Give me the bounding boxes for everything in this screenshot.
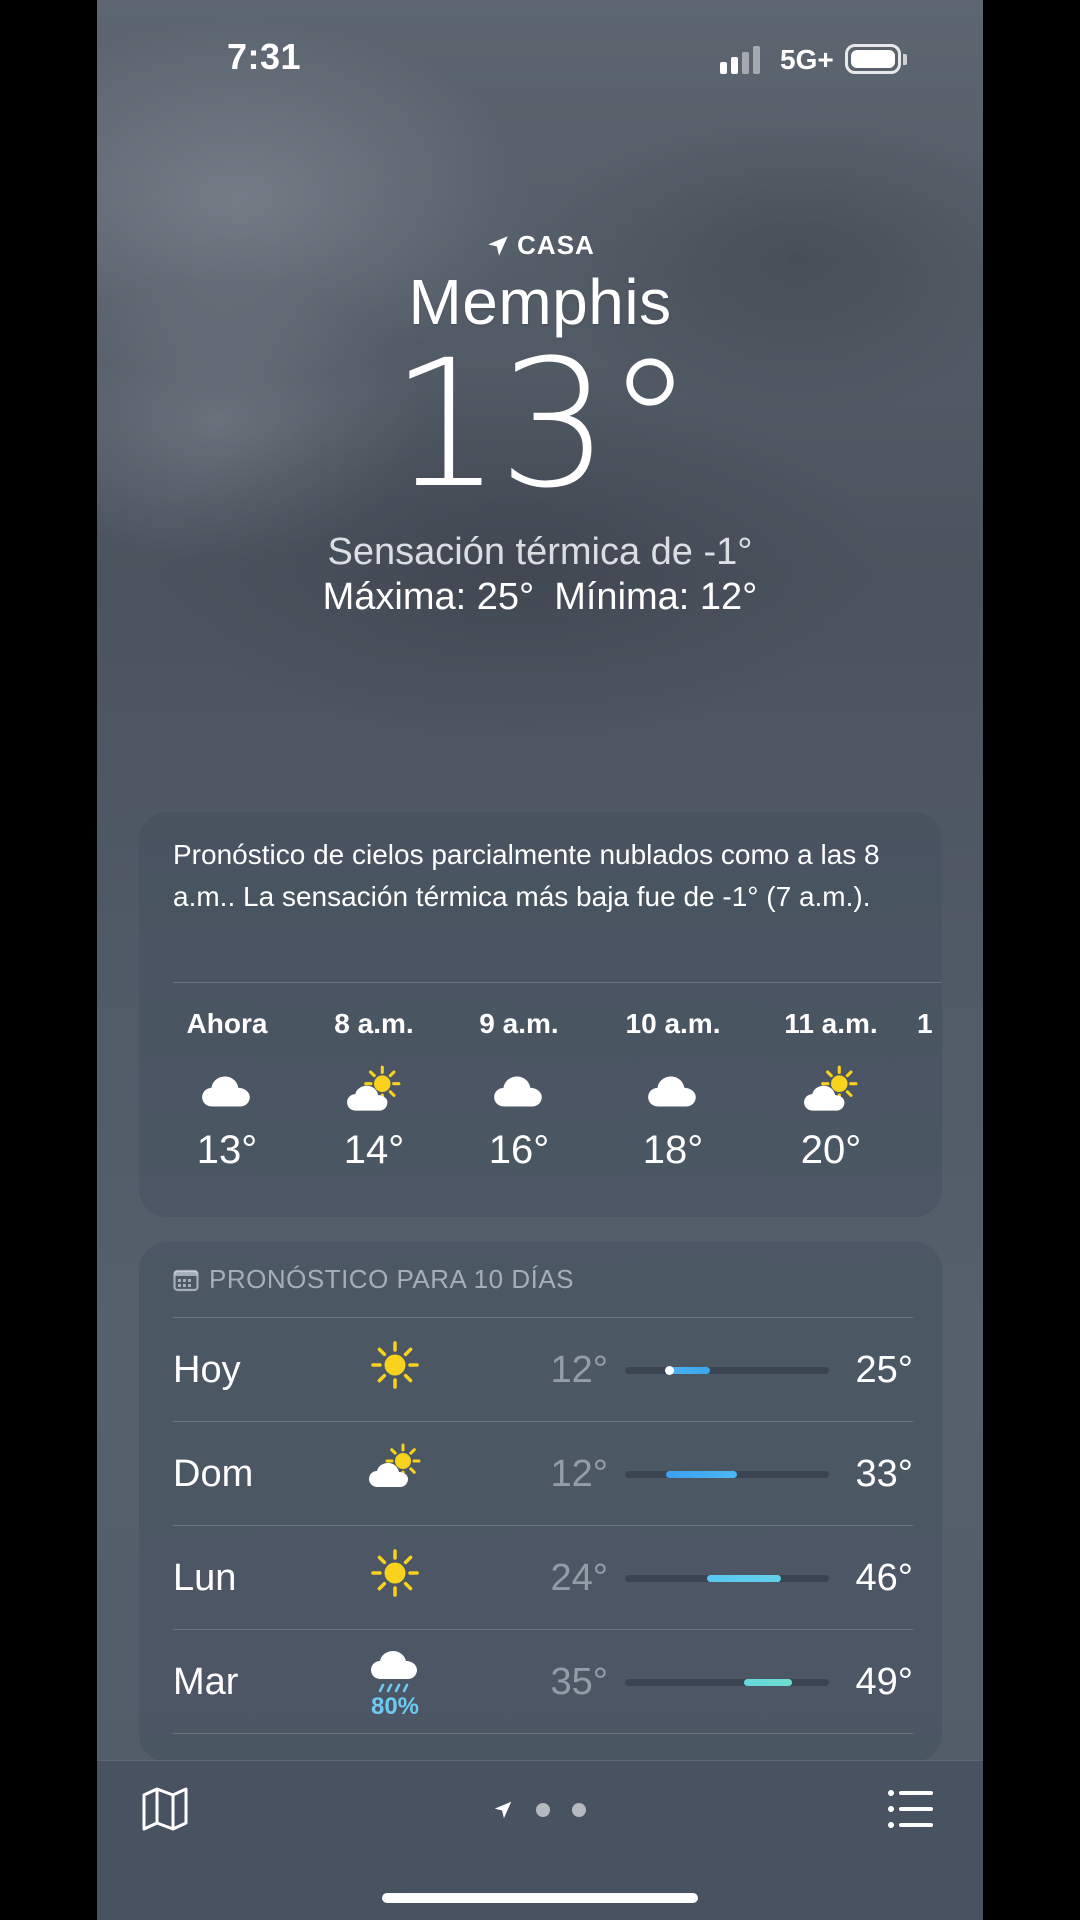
divider [173,982,942,983]
daily-forecast-card[interactable]: PRONÓSTICO PARA 10 DÍAS Hoy 12° 25° Dom 12° 3… [139,1242,942,1762]
hourly-time-label: 1 [917,1008,933,1039]
hourly-time-label: Ahora [186,1008,268,1039]
hourly-time-label: 8 a.m. [334,1008,414,1039]
current-temp-dot [664,1366,674,1375]
daily-day: Lun [173,1557,237,1599]
hourly-time-label: 11 a.m. [784,1008,878,1039]
daily-low: 35° [550,1661,608,1703]
temp-range-bar [625,1679,829,1686]
daily-low: 24° [550,1557,608,1599]
daily-day: Dom [173,1453,254,1495]
divider [173,1733,913,1734]
high-low: Máxima: 25° Mínima: 12° [97,576,983,619]
location-label: CASA [97,230,983,261]
page-dot [536,1803,550,1817]
status-time: 7:31 [227,36,302,77]
daily-low: 12° [550,1453,608,1495]
temp-range-bar [625,1575,829,1582]
signal-icon [720,46,766,74]
divider [173,1525,913,1526]
status-bar: 7:31 5G+ [97,0,983,120]
location-arrow-icon [494,1801,512,1819]
hourly-time-label: 9 a.m. [479,1008,559,1039]
daily-row[interactable]: Dom 12° 33° [173,1421,913,1524]
hourly-temp: 16° [488,1128,550,1172]
daily-row[interactable]: Lun 24° 46° [173,1525,913,1628]
temp-range-fill [665,1471,738,1478]
daily-forecast-title: PRONÓSTICO PARA 10 DÍAS [173,1264,574,1295]
current-conditions: CASA Memphis 13° Sensación térmica de -1… [97,230,983,619]
precip-chance: 80% [370,1693,420,1720]
divider [173,1317,913,1318]
location-arrow-icon [488,235,508,256]
hourly-forecast-card[interactable]: Pronóstico de cielos parcialmente nublad… [139,812,942,1217]
cloud-icon [167,1062,287,1122]
location-home-label: CASA [517,230,595,260]
temp-range-bar [625,1471,829,1478]
list-icon[interactable] [887,1787,935,1831]
hourly-time-label: 10 a.m. [625,1008,721,1039]
page-indicator[interactable] [492,1799,586,1821]
feels-like: Sensación térmica de -1° [327,531,753,573]
hourly-temp: 18° [642,1128,704,1172]
temp-range-fill [744,1679,792,1686]
current-temperature: 13° [390,322,694,527]
cloud-icon [459,1062,579,1122]
cloud-icon [613,1062,733,1122]
map-icon[interactable] [141,1785,189,1833]
daily-row[interactable]: Hoy 12° 25° [173,1317,913,1420]
hourly-item: 11 a.m. 20° [771,1008,891,1173]
daily-high: 46° [855,1557,913,1599]
daily-high: 33° [855,1453,913,1495]
hourly-item: 8 a.m. 14° [314,1008,434,1173]
daily-row[interactable]: Mar 80% 35° 49° [173,1629,913,1732]
sun-icon [365,1335,425,1395]
page-dot [572,1803,586,1817]
home-indicator[interactable] [382,1893,698,1903]
temp-range-bar [625,1366,829,1375]
network-label: 5G+ [780,44,834,75]
daily-high: 25° [855,1349,913,1391]
battery-icon [845,44,901,74]
daily-day: Hoy [173,1349,241,1391]
hourly-item: Ahora 13° [167,1008,287,1173]
daily-low: 12° [550,1349,608,1391]
sun-icon [365,1543,425,1603]
low-temp: Mínima: 12° [554,576,758,618]
hourly-temp: 13° [196,1128,258,1172]
daily-day: Mar [173,1661,239,1703]
calendar-icon [173,1269,199,1291]
hourly-temp: 20° [800,1128,862,1172]
hourly-item: 10 a.m. 18° [613,1008,733,1173]
hourly-temp: 14° [343,1128,405,1172]
weather-screen: 7:31 5G+ CASA Memphis 13° Sensación térm… [97,0,983,1920]
forecast-summary: Pronóstico de cielos parcialmente nublad… [173,839,880,912]
high-temp: Máxima: 25° [322,576,535,618]
partly-sunny-icon [314,1062,434,1122]
daily-forecast-title-text: PRONÓSTICO PARA 10 DÍAS [209,1264,575,1294]
divider [173,1629,913,1630]
partly-sunny-icon [365,1439,425,1499]
hourly-item: 9 a.m. 16° [459,1008,579,1173]
daily-high: 49° [855,1661,913,1703]
divider [173,1421,913,1422]
temp-range-fill [706,1575,782,1582]
hourly-item: 1 [917,1008,957,1128]
partly-sunny-icon [771,1062,891,1122]
